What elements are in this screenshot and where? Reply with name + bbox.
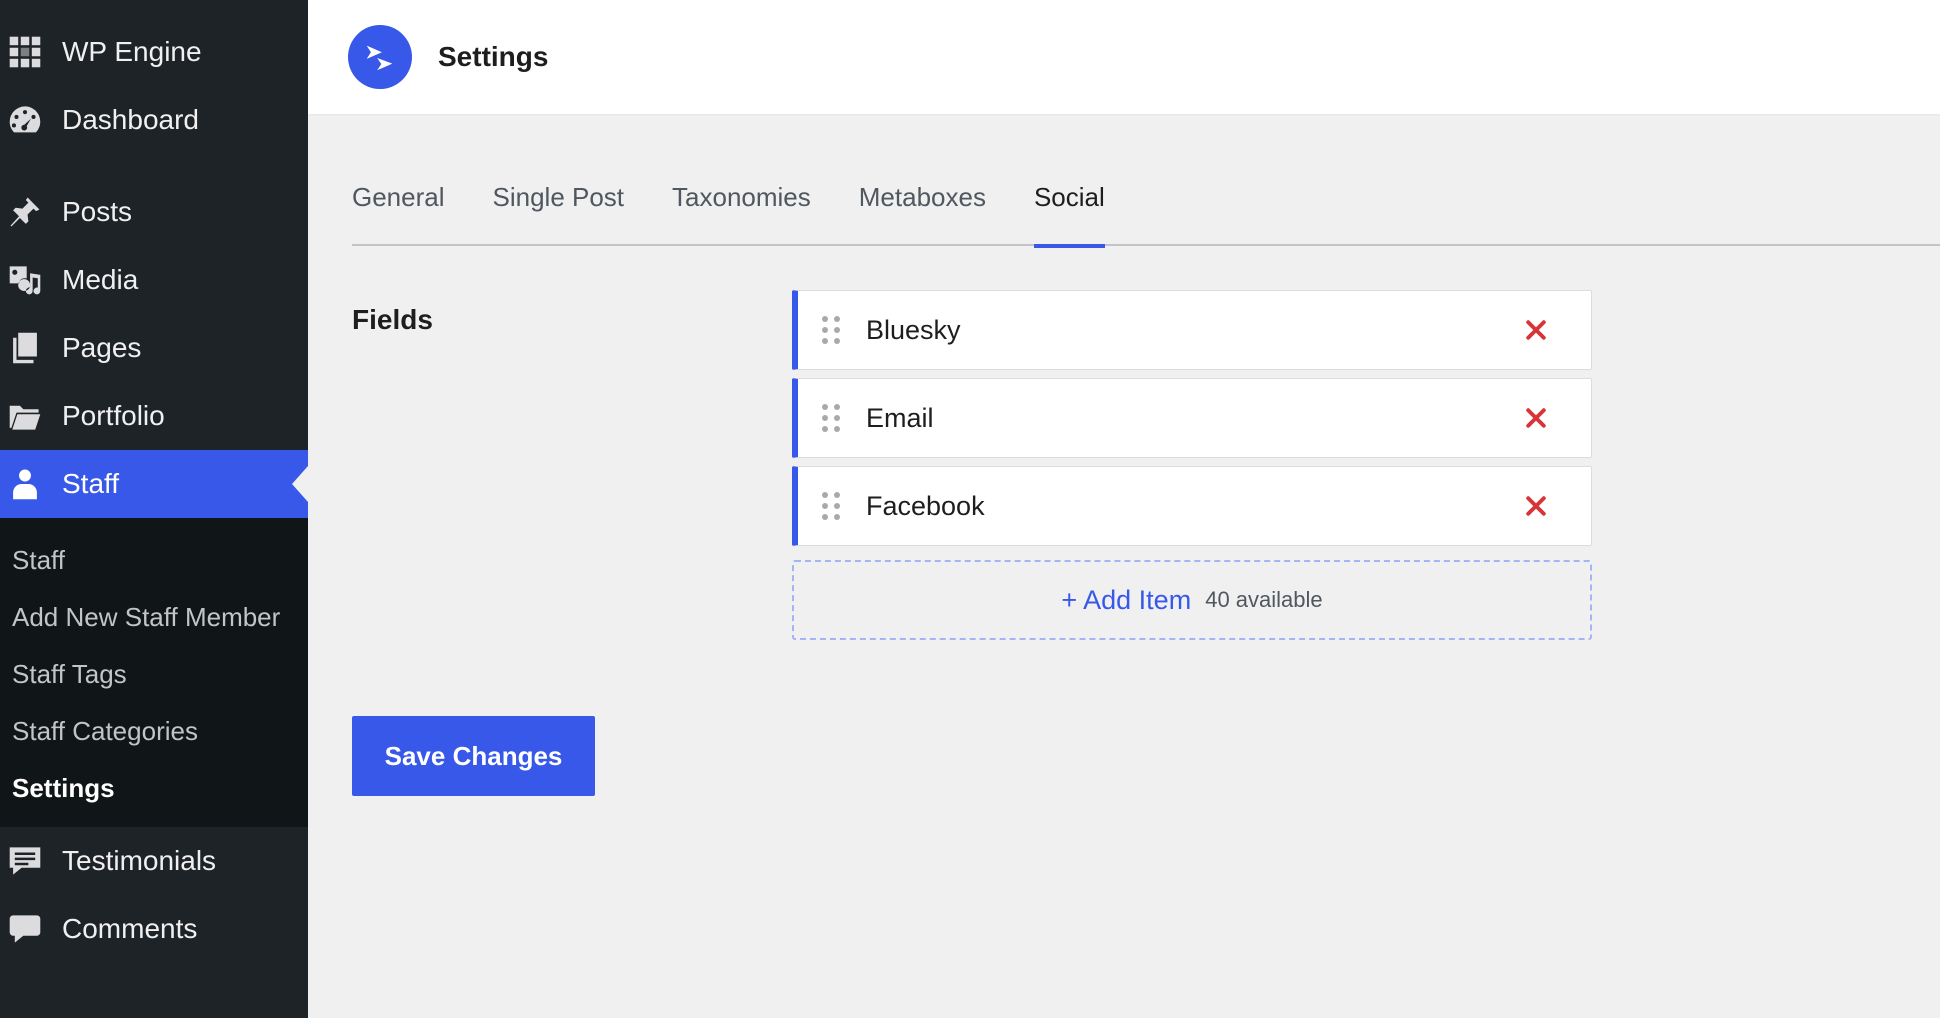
sidebar-item-portfolio[interactable]: Portfolio bbox=[0, 382, 308, 450]
remove-icon[interactable] bbox=[1523, 317, 1549, 343]
field-name: Facebook bbox=[866, 490, 985, 521]
drag-handle-icon[interactable] bbox=[822, 316, 844, 344]
submenu-item-settings[interactable]: Settings bbox=[0, 760, 308, 817]
field-name: Email bbox=[866, 402, 934, 433]
tab-general[interactable]: General bbox=[352, 168, 445, 246]
sidebar-item-pages[interactable]: Pages bbox=[0, 314, 308, 382]
add-item-button[interactable]: + Add Item 40 available bbox=[792, 560, 1592, 640]
submenu-item-add-new-staff-member[interactable]: Add New Staff Member bbox=[0, 589, 308, 646]
plugin-logo-icon bbox=[348, 25, 412, 89]
submenu-item-staff-tags[interactable]: Staff Tags bbox=[0, 646, 308, 703]
tab-single-post[interactable]: Single Post bbox=[493, 168, 625, 246]
sidebar-item-label: Media bbox=[62, 264, 139, 295]
sidebar-item-label: Testimonials bbox=[62, 845, 217, 876]
page-title: Settings bbox=[438, 41, 549, 72]
field-row-bluesky[interactable]: Bluesky bbox=[792, 290, 1592, 370]
sidebar-item-label: Dashboard bbox=[62, 104, 199, 135]
sidebar-item-label: Portfolio bbox=[62, 400, 165, 431]
remove-icon[interactable] bbox=[1523, 493, 1549, 519]
page-header: Settings bbox=[308, 0, 1940, 114]
sidebar-item-label: Posts bbox=[62, 196, 133, 227]
available-count: 40 available bbox=[1205, 587, 1323, 612]
pushpin-icon bbox=[6, 193, 44, 231]
fields-label: Fields bbox=[352, 304, 433, 335]
tab-social[interactable]: Social bbox=[1033, 168, 1105, 248]
tab-taxonomies[interactable]: Taxonomies bbox=[672, 168, 811, 246]
admin-sidebar: WP Engine Dashboard Posts Media Pages Po… bbox=[0, 0, 308, 1018]
dashboard-icon bbox=[6, 101, 44, 139]
settings-tabs: General Single Post Taxonomies Metaboxes… bbox=[352, 168, 1940, 248]
media-icon bbox=[6, 261, 44, 299]
testimonials-icon bbox=[6, 842, 44, 880]
folder-icon bbox=[6, 397, 44, 435]
staff-icon bbox=[6, 465, 44, 503]
sidebar-item-label: Pages bbox=[62, 332, 142, 363]
comments-icon bbox=[6, 910, 44, 948]
sidebar-item-testimonials[interactable]: Testimonials bbox=[0, 827, 308, 895]
drag-handle-icon[interactable] bbox=[822, 404, 844, 432]
field-name: Bluesky bbox=[866, 314, 961, 345]
sidebar-item-label: WP Engine bbox=[62, 36, 202, 67]
sidebar-item-staff[interactable]: Staff bbox=[0, 450, 308, 518]
fields-list: Bluesky Email Facebook + Add Item 40 ava… bbox=[792, 290, 1592, 640]
sidebar-item-wp-engine[interactable]: WP Engine bbox=[0, 18, 308, 86]
sidebar-item-media[interactable]: Media bbox=[0, 246, 308, 314]
drag-handle-icon[interactable] bbox=[822, 492, 844, 520]
field-row-email[interactable]: Email bbox=[792, 378, 1592, 458]
sidebar-item-posts[interactable]: Posts bbox=[0, 178, 308, 246]
sidebar-item-label: Staff bbox=[62, 468, 120, 499]
wp-engine-icon bbox=[6, 33, 44, 71]
field-row-facebook[interactable]: Facebook bbox=[792, 466, 1592, 546]
sidebar-item-comments[interactable]: Comments bbox=[0, 895, 308, 963]
submenu-item-staff[interactable]: Staff bbox=[0, 532, 308, 589]
submenu-item-staff-categories[interactable]: Staff Categories bbox=[0, 703, 308, 760]
sidebar-item-label: Comments bbox=[62, 913, 198, 944]
tab-metaboxes[interactable]: Metaboxes bbox=[859, 168, 986, 246]
add-item-label: + Add Item bbox=[1061, 584, 1192, 615]
pages-icon bbox=[6, 329, 44, 367]
sidebar-item-dashboard[interactable]: Dashboard bbox=[0, 86, 308, 154]
remove-icon[interactable] bbox=[1523, 405, 1549, 431]
save-changes-button[interactable]: Save Changes bbox=[352, 716, 595, 796]
staff-submenu: Staff Add New Staff Member Staff Tags St… bbox=[0, 518, 308, 827]
